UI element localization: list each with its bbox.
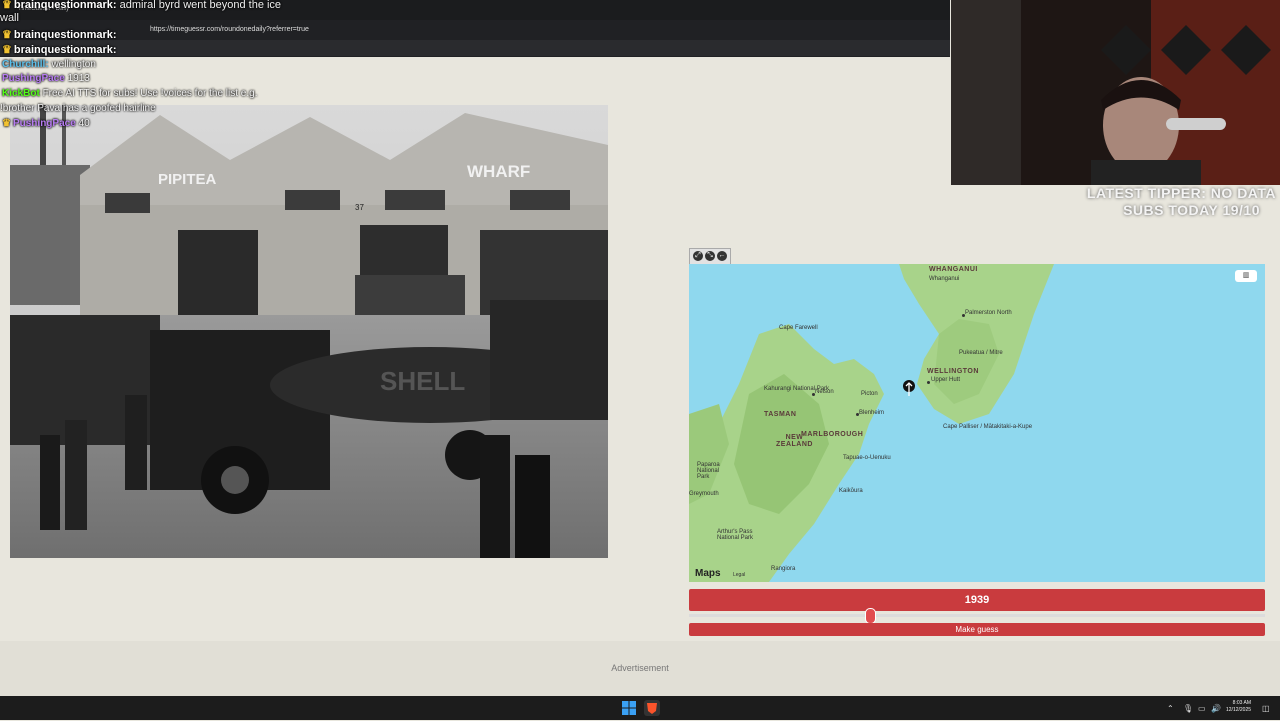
map-label-nelson: Nelson <box>815 389 834 395</box>
sign-wharf: WHARF <box>467 162 530 181</box>
address-bar[interactable]: https://timeguessr.com/roundonedaily?ref… <box>150 26 309 33</box>
maps-logo: Maps <box>695 568 721 579</box>
system-clock[interactable]: 8:03 AM 12/12/2025 <box>1226 700 1251 714</box>
historical-photo: PIPITEA WHARF SHELL 37 <box>10 105 608 558</box>
map-label-marlborough: MARLBOROUGH <box>801 431 864 438</box>
chat-message: ♛ brainquestionmark: admiral byrd went be… <box>2 0 282 11</box>
map-label-palmerston-north: Palmerston North <box>965 310 1012 316</box>
sign-number: 37 <box>355 203 364 212</box>
microphone-icon[interactable]: 🎙 <box>1183 704 1193 713</box>
map-label-cape-palliser: Cape Palliser / Mātakitaki-a-Kupe <box>943 424 1033 430</box>
crown-icon: ♛ <box>2 29 12 41</box>
map-label-paparoa: Paparoa National Park <box>697 462 720 480</box>
map-label-blenheim: Blenheim <box>859 410 885 416</box>
chat-message: ♛ brainquestionmark: <box>2 44 117 56</box>
clock-date: 12/12/2025 <box>1226 707 1252 713</box>
map-type-icon[interactable]: ▥ <box>1235 270 1257 282</box>
crown-icon: ♛ <box>2 0 12 11</box>
chat-message: PushingPace 1913 <box>2 73 90 84</box>
chat-message: KickBot Free AI TTS for subs! Use !voice… <box>2 88 258 99</box>
map-label-kaikoura: Kaikōura <box>839 488 863 494</box>
webcam-image <box>951 0 1280 185</box>
map-dot <box>812 393 815 396</box>
chat-message: wall <box>0 12 19 24</box>
year-slider-track[interactable] <box>689 614 1265 617</box>
map-label-pukeatua: Pukeatua / Mitre <box>959 350 1003 356</box>
network-icon[interactable]: ▭ <box>1198 704 1206 713</box>
guess-map[interactable]: WHANGANUI Whanganui Palmerston North Cap… <box>689 264 1265 582</box>
map-dot <box>962 314 965 317</box>
sign-pipitea: PIPITEA <box>158 171 217 188</box>
year-display: 1939 <box>689 589 1265 611</box>
map-label-wellington-region: WELLINGTON <box>927 368 979 375</box>
advertisement-label: Advertisement <box>611 663 669 673</box>
photo-image: PIPITEA WHARF SHELL 37 <box>10 105 608 558</box>
map-label-rangiora: Rangiora <box>771 566 796 572</box>
sign-shell: SHELL <box>380 366 465 396</box>
chat-message: ♛ PushingPace 40 <box>2 118 90 129</box>
chevron-up-icon[interactable]: ⌃ <box>1167 704 1174 713</box>
guess-pin-icon[interactable] <box>902 379 916 397</box>
map-label-upper-hutt: Upper Hutt <box>931 377 961 383</box>
browser-taskbar-icon[interactable] <box>644 700 660 716</box>
chat-message: !brother Pava has a goofed hairline <box>0 103 156 114</box>
map-label-tasman: TASMAN <box>764 411 797 418</box>
make-guess-button[interactable]: Make guess <box>689 623 1265 636</box>
map-label-whanganui-region: WHANGANUI <box>929 266 978 273</box>
windows-start-icon[interactable] <box>622 701 636 715</box>
zoom-in-icon[interactable]: ⤢ <box>693 251 703 261</box>
clock-time: 8:03 AM <box>1232 700 1252 706</box>
map-label-tapuae: Tapuae-o-Uenuku <box>843 455 891 461</box>
chat-message: Churchill: wellington <box>2 59 96 70</box>
webcam-feed <box>951 0 1280 185</box>
collapse-icon[interactable]: ← <box>717 251 727 261</box>
year-slider-thumb[interactable] <box>865 608 876 624</box>
map-label-cape-farewell: Cape Farewell <box>779 325 818 331</box>
crown-icon: ♛ <box>2 44 12 56</box>
bookmarks-bar <box>0 40 950 56</box>
map-label-greymouth: Greymouth <box>689 491 719 497</box>
taskbar <box>0 696 1280 720</box>
map-label-picton: Picton <box>861 391 878 397</box>
brave-icon <box>647 703 657 714</box>
chat-message: ♛ brainquestionmark: <box>2 29 117 41</box>
map-label-arthurs-pass: Arthur's Pass National Park <box>717 529 754 541</box>
map-controls: ⤢ ⤡ ← <box>689 248 731 265</box>
map-label-whanganui: Whanganui <box>929 276 960 282</box>
maps-legal-link[interactable]: Legal <box>733 572 745 578</box>
subs-today-text: SUBS TODAY 19/10 <box>1123 202 1260 218</box>
expand-icon[interactable]: ⤡ <box>705 251 715 261</box>
volume-icon[interactable]: 🔊 <box>1211 704 1221 713</box>
map-dot <box>927 381 930 384</box>
map-dot <box>856 413 859 416</box>
notification-icon[interactable]: ◫ <box>1262 704 1270 713</box>
crown-icon: ♛ <box>2 118 11 129</box>
latest-tipper-text: LATEST TIPPER: NO DATA <box>1086 185 1276 201</box>
